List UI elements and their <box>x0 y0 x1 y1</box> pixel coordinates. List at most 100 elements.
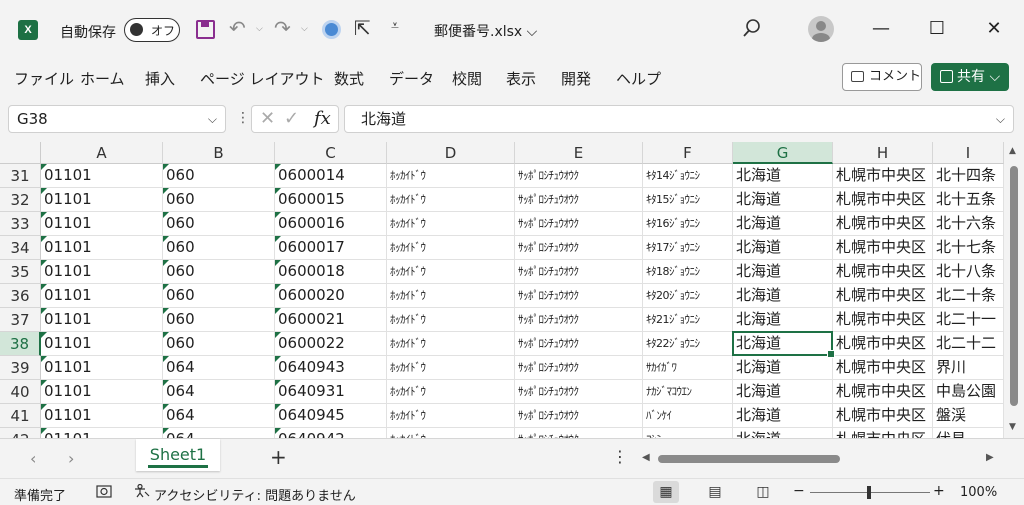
table-cell[interactable]: ｻｯﾎﾟﾛｼﾁｭｳｵｳｸ <box>515 332 643 356</box>
table-cell[interactable]: ｷﾀ22ｼﾞｮｳﾆｼ <box>643 332 733 356</box>
formula-input[interactable]: 北海道 ⌵ <box>344 105 1014 133</box>
vertical-scrollbar[interactable]: ▲ ▼ <box>1004 142 1024 438</box>
column-header-c[interactable]: C <box>275 142 387 164</box>
table-cell[interactable]: 北海道 <box>733 164 833 188</box>
zoom-level[interactable]: 100% <box>960 485 997 500</box>
table-cell[interactable]: ｻｯﾎﾟﾛｼﾁｭｳｵｳｸ <box>515 428 643 438</box>
table-cell[interactable]: 01101 <box>41 164 163 188</box>
row-header[interactable]: 35 <box>0 260 41 284</box>
tabs-splitter-icon[interactable]: ⋮ <box>612 447 628 466</box>
row-header[interactable]: 41 <box>0 404 41 428</box>
zoom-out-button[interactable]: − <box>793 483 805 499</box>
table-cell[interactable]: 01101 <box>41 260 163 284</box>
redo-dropdown-icon[interactable]: ⌵ <box>301 24 308 34</box>
zoom-slider-thumb[interactable] <box>867 486 871 499</box>
table-cell[interactable]: 北海道 <box>733 284 833 308</box>
table-cell[interactable]: 北十七条 <box>933 236 1004 260</box>
tab-insert[interactable]: 挿入 <box>145 68 175 89</box>
table-cell[interactable]: 064 <box>163 428 275 438</box>
tab-help[interactable]: ヘルプ <box>616 68 661 89</box>
formula-bar-grip-icon[interactable]: ⋮ <box>236 110 250 126</box>
table-cell[interactable]: 札幌市中央区 <box>833 308 933 332</box>
table-cell[interactable]: 01101 <box>41 356 163 380</box>
name-box[interactable]: G38 ⌵ <box>8 105 226 133</box>
table-cell[interactable]: 01101 <box>41 428 163 438</box>
zoom-in-button[interactable]: + <box>933 483 945 499</box>
table-cell[interactable]: 北海道 <box>733 428 833 438</box>
table-cell[interactable]: 01101 <box>41 404 163 428</box>
accessibility-icon[interactable] <box>134 484 150 498</box>
row-header[interactable]: 34 <box>0 236 41 260</box>
share-button[interactable]: 共有 ⌵ <box>931 63 1009 91</box>
column-header-b[interactable]: B <box>163 142 275 164</box>
table-cell[interactable]: ｻｯﾎﾟﾛｼﾁｭｳｵｳｸ <box>515 164 643 188</box>
table-cell[interactable]: 北海道 <box>733 380 833 404</box>
table-cell[interactable]: 0600018 <box>275 260 387 284</box>
table-cell[interactable]: 北海道 <box>733 260 833 284</box>
file-name[interactable]: 郵便番号.xlsx ⌵ <box>434 21 537 41</box>
horizontal-scroll-thumb[interactable] <box>658 455 840 463</box>
row-header[interactable]: 37 <box>0 308 41 332</box>
undo-icon[interactable]: ↶ <box>229 16 246 40</box>
table-cell[interactable]: 札幌市中央区 <box>833 164 933 188</box>
row-header[interactable]: 32 <box>0 188 41 212</box>
autosave-toggle[interactable]: オフ <box>124 18 180 42</box>
column-header-i[interactable]: I <box>933 142 1004 164</box>
close-button[interactable]: ✕ <box>979 14 1009 44</box>
table-cell[interactable]: 北二十条 <box>933 284 1004 308</box>
scroll-left-icon[interactable]: ◀ <box>642 452 650 463</box>
cancel-icon[interactable]: ✕ <box>260 108 275 129</box>
table-cell[interactable]: 01101 <box>41 188 163 212</box>
table-cell[interactable]: 0600014 <box>275 164 387 188</box>
table-cell[interactable]: ｷﾀ15ｼﾞｮｳﾆｼ <box>643 188 733 212</box>
table-cell[interactable]: 064 <box>163 380 275 404</box>
table-cell[interactable]: ｷﾀ16ｼﾞｮｳﾆｼ <box>643 212 733 236</box>
table-cell[interactable]: 北十六条 <box>933 212 1004 236</box>
table-cell[interactable]: 札幌市中央区 <box>833 284 933 308</box>
table-cell[interactable]: ﾎｯｶｲﾄﾞｳ <box>387 284 515 308</box>
scroll-up-icon[interactable]: ▲ <box>1009 146 1016 156</box>
column-header-h[interactable]: H <box>833 142 933 164</box>
table-cell[interactable]: 札幌市中央区 <box>833 380 933 404</box>
row-header[interactable]: 39 <box>0 356 41 380</box>
column-header-a[interactable]: A <box>41 142 163 164</box>
table-cell[interactable]: ﾎｯｶｲﾄﾞｳ <box>387 308 515 332</box>
table-cell[interactable]: 060 <box>163 188 275 212</box>
table-cell[interactable]: 札幌市中央区 <box>833 260 933 284</box>
table-cell[interactable]: 060 <box>163 236 275 260</box>
select-cursor-icon[interactable]: ⇱ <box>354 16 371 40</box>
table-cell[interactable]: ｷﾀ21ｼﾞｮｳﾆｼ <box>643 308 733 332</box>
table-cell[interactable]: ﾎｯｶｲﾄﾞｳ <box>387 356 515 380</box>
row-header[interactable]: 40 <box>0 380 41 404</box>
table-cell[interactable]: 0640945 <box>275 404 387 428</box>
table-cell[interactable]: 060 <box>163 332 275 356</box>
table-cell[interactable]: 北海道 <box>733 188 833 212</box>
table-cell[interactable]: 060 <box>163 308 275 332</box>
select-all-corner[interactable] <box>0 142 41 164</box>
table-cell[interactable]: ﾎｯｶｲﾄﾞｳ <box>387 164 515 188</box>
table-cell[interactable]: 北海道 <box>733 332 833 356</box>
vertical-scroll-thumb[interactable] <box>1010 166 1018 406</box>
table-cell[interactable]: ｻｯﾎﾟﾛｼﾁｭｳｵｳｸ <box>515 404 643 428</box>
table-cell[interactable]: 0600021 <box>275 308 387 332</box>
table-cell[interactable]: 060 <box>163 212 275 236</box>
table-cell[interactable]: 北十八条 <box>933 260 1004 284</box>
table-cell[interactable]: ｻｯﾎﾟﾛｼﾁｭｳｵｳｸ <box>515 212 643 236</box>
table-cell[interactable]: 01101 <box>41 212 163 236</box>
tab-formulas[interactable]: 数式 <box>334 68 364 89</box>
table-cell[interactable]: 0600020 <box>275 284 387 308</box>
scroll-right-icon[interactable]: ▶ <box>986 452 994 463</box>
table-cell[interactable]: 0600016 <box>275 212 387 236</box>
table-cell[interactable]: 北海道 <box>733 356 833 380</box>
customize-toolbar-icon[interactable]: ⩡ <box>391 18 399 34</box>
table-cell[interactable]: 060 <box>163 260 275 284</box>
add-sheet-button[interactable]: + <box>270 445 287 469</box>
table-cell[interactable]: 北海道 <box>733 308 833 332</box>
macro-recording-icon[interactable] <box>96 484 112 498</box>
avatar[interactable] <box>808 16 834 42</box>
tab-view[interactable]: 表示 <box>506 68 536 89</box>
row-header[interactable]: 33 <box>0 212 41 236</box>
table-cell[interactable]: 0640943 <box>275 356 387 380</box>
table-cell[interactable]: 札幌市中央区 <box>833 236 933 260</box>
table-cell[interactable]: ﾊﾞﾝｹｲ <box>643 404 733 428</box>
